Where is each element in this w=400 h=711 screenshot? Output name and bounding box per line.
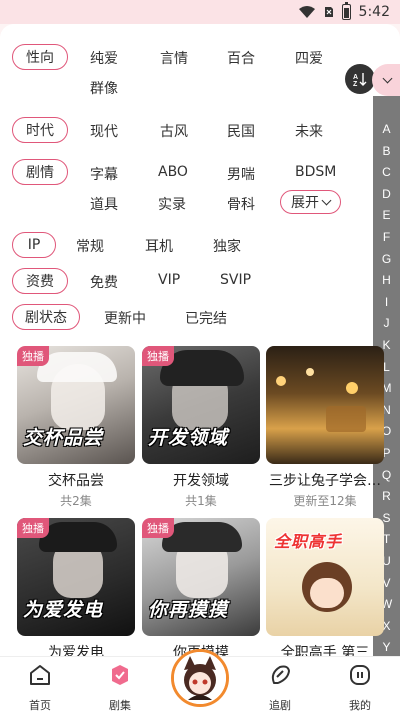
mine-icon: [350, 665, 370, 685]
alphabet-letter-i[interactable]: I: [373, 295, 400, 309]
expand-label: 展开: [291, 195, 319, 211]
drama-episodes: 更新至12集: [293, 494, 357, 508]
tab-follow[interactable]: 追剧: [250, 663, 310, 711]
tab-mine-label: 我的: [349, 699, 371, 711]
filter-label-era: 时代: [12, 117, 68, 143]
exclusive-badge: 独播: [142, 518, 174, 538]
filter-option-free[interactable]: 免费: [90, 272, 118, 292]
filter-option-chunai[interactable]: 纯爱: [90, 48, 118, 68]
follow-icon: [271, 665, 290, 684]
wifi-icon: [298, 6, 315, 18]
no-sim-icon: [324, 7, 333, 17]
filter-option-abo[interactable]: ABO: [158, 164, 188, 180]
filter-option-changgui[interactable]: 常规: [76, 236, 104, 256]
tab-follow-label: 追剧: [269, 699, 291, 711]
filter-option-yanqing[interactable]: 言情: [160, 48, 188, 68]
filter-option-nanchuan[interactable]: 男喘: [227, 164, 255, 184]
collapse-filter-button[interactable]: [372, 64, 400, 96]
drama-icon: [112, 665, 128, 685]
sort-icon: AZ: [353, 73, 367, 87]
drama-cover-image: 独播 你再摸摸: [142, 518, 260, 636]
status-bar: 5:42: [0, 0, 400, 24]
bottom-tab-bar: 首页 剧集 追剧 我的: [0, 649, 400, 711]
filter-option-shilu[interactable]: 实录: [158, 194, 186, 214]
filter-label-fee: 资费: [12, 268, 68, 294]
filter-option-svip[interactable]: SVIP: [220, 272, 251, 288]
drama-title: 为爱发电: [48, 645, 104, 656]
filter-option-updating[interactable]: 更新中: [104, 308, 146, 328]
alphabet-letter-g[interactable]: G: [373, 252, 400, 266]
exclusive-badge: 独播: [17, 518, 49, 538]
alphabet-letter-a[interactable]: A: [373, 122, 400, 136]
drama-title: 开发领域: [173, 473, 229, 489]
cover-title-text: 你再摸摸: [148, 599, 229, 621]
cover-title-text: 开发领域: [148, 427, 229, 449]
exclusive-badge: 独播: [17, 346, 49, 366]
filter-option-guke[interactable]: 骨科: [227, 194, 255, 214]
filter-option-dujia[interactable]: 独家: [213, 236, 241, 256]
drama-episodes: 共2集: [60, 494, 92, 508]
svg-text:Z: Z: [353, 81, 358, 87]
filter-option-bdsm[interactable]: BDSM: [295, 164, 336, 180]
drama-cover-image: 全职高手: [266, 518, 384, 636]
svg-text:A: A: [353, 74, 358, 81]
tab-drama-label: 剧集: [109, 699, 131, 711]
center-avatar-button[interactable]: [171, 649, 229, 707]
cover-title-text: 为爱发电: [23, 599, 104, 621]
drama-cover-image: 独播 交杯品尝: [17, 346, 135, 464]
cover-title-text: 全职高手: [274, 532, 343, 551]
tab-home-label: 首页: [29, 699, 51, 711]
filter-option-siai[interactable]: 四爱: [295, 48, 323, 68]
alphabet-letter-f[interactable]: F: [373, 230, 400, 244]
drama-title: 三步让兔子学会…: [269, 473, 381, 489]
alphabet-letter-c[interactable]: C: [373, 165, 400, 179]
filter-label-plot: 剧情: [12, 159, 68, 185]
avatar: [174, 652, 226, 704]
filter-option-gufeng[interactable]: 古风: [160, 121, 188, 141]
drama-cover-image: 独播 开发领域: [142, 346, 260, 464]
filter-option-xiandai[interactable]: 现代: [90, 121, 118, 141]
filter-page: 性向 纯爱 言情 百合 四爱 群像 AZ 时代 现代 古风 民国 未来 剧情 字…: [0, 24, 400, 656]
drama-cover-image: 独播 为爱发电: [17, 518, 135, 636]
drama-title: 交杯品尝: [48, 473, 104, 489]
chevron-down-icon: [321, 195, 332, 205]
exclusive-badge: 独播: [142, 346, 174, 366]
tab-drama[interactable]: 剧集: [90, 663, 150, 711]
sort-button[interactable]: AZ: [345, 64, 375, 94]
drama-title: 全职高手 第三: [280, 645, 370, 656]
filter-option-baihe[interactable]: 百合: [227, 48, 255, 68]
drama-episodes: 共1集: [185, 494, 217, 508]
filter-option-vip[interactable]: VIP: [158, 272, 180, 288]
filter-option-daoju[interactable]: 道具: [90, 194, 118, 214]
cover-title-text: 交杯品尝: [23, 427, 104, 449]
alphabet-letter-j[interactable]: J: [373, 316, 400, 330]
filter-option-finished[interactable]: 已完结: [185, 308, 227, 328]
expand-button[interactable]: 展开: [280, 190, 341, 214]
alphabet-letter-d[interactable]: D: [373, 187, 400, 201]
battery-icon: [341, 2, 351, 20]
filter-option-qunxiang[interactable]: 群像: [90, 78, 118, 98]
filter-option-erji[interactable]: 耳机: [145, 236, 173, 256]
tab-home[interactable]: 首页: [10, 663, 70, 711]
drama-cover-image: [266, 346, 384, 464]
filter-label-genre: 性向: [12, 44, 68, 70]
home-icon: [30, 665, 50, 685]
filter-label-state: 剧状态: [12, 304, 80, 330]
filter-option-weilai[interactable]: 未来: [295, 121, 323, 141]
alphabet-letter-e[interactable]: E: [373, 208, 400, 222]
chevron-down-icon: [382, 73, 392, 83]
alphabet-letter-b[interactable]: B: [373, 144, 400, 158]
filter-option-minguo[interactable]: 民国: [227, 121, 255, 141]
alphabet-letter-h[interactable]: H: [373, 273, 400, 287]
status-time: 5:42: [358, 4, 390, 20]
filter-label-ip: IP: [12, 232, 56, 258]
filter-option-zimu[interactable]: 字幕: [90, 164, 118, 184]
tab-mine[interactable]: 我的: [330, 663, 390, 711]
